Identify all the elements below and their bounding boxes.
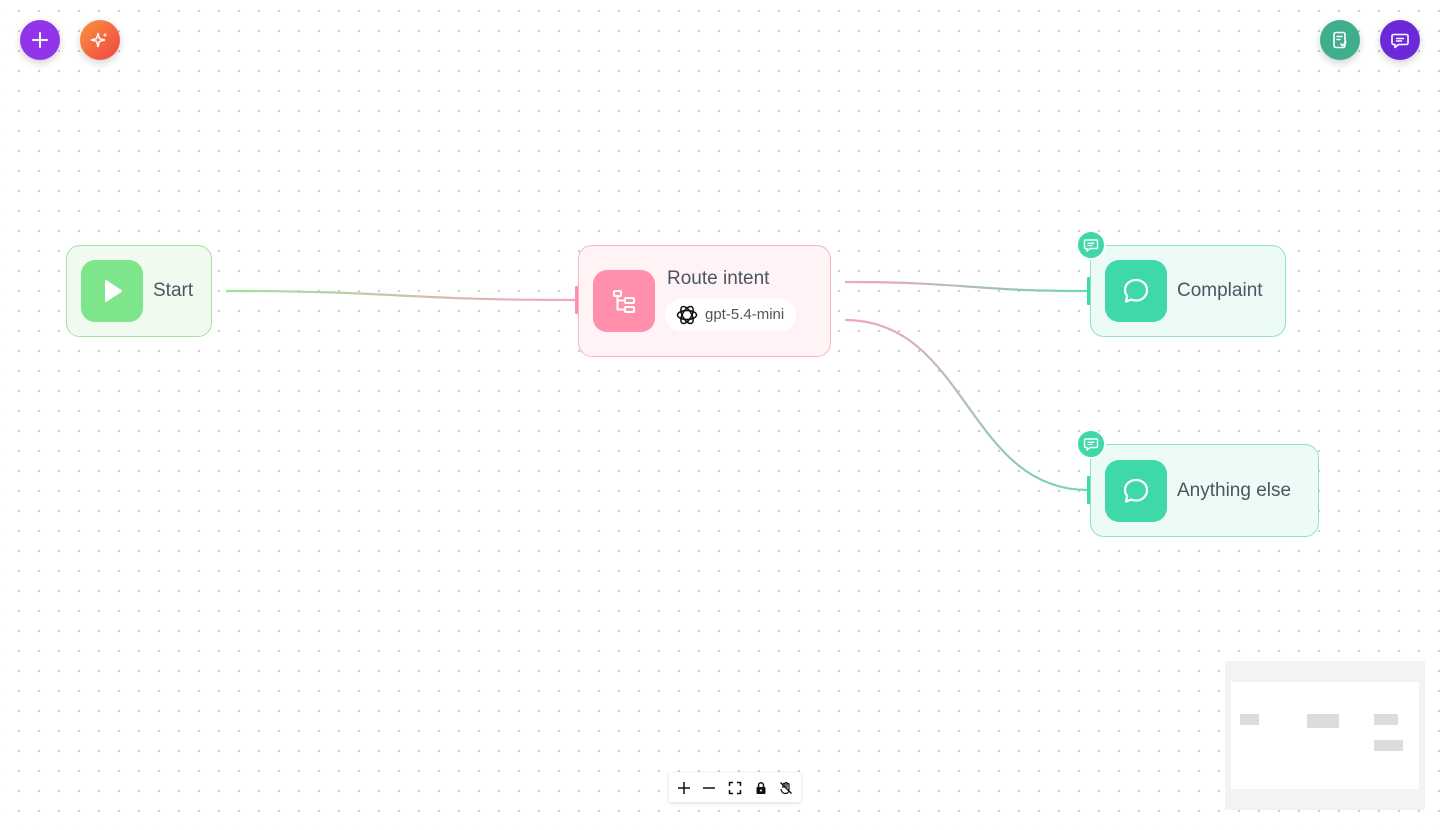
start-node-label: Start (153, 280, 194, 301)
tree-structure-icon (613, 290, 635, 313)
hand-crossed-icon (780, 781, 793, 794)
start-node[interactable]: Start (66, 245, 212, 337)
anything-else-node-icon-tile (1105, 459, 1167, 522)
minimap-viewport (1231, 682, 1419, 789)
model-pill[interactable]: gpt-5.4-mini (665, 298, 797, 331)
complaint-node[interactable]: Complaint (1090, 245, 1286, 337)
complaint-node-label: Complaint (1177, 280, 1263, 301)
minus-icon (703, 786, 716, 789)
anything-else-message-badge[interactable] (1076, 429, 1106, 459)
sparkles-icon (90, 32, 108, 48)
plus-icon (677, 781, 690, 794)
interactivity-toggle-button[interactable] (775, 777, 797, 799)
zoom-in-button[interactable] (673, 777, 695, 799)
anything-else-node-label: Anything else (1177, 479, 1292, 501)
canvas-controls (669, 773, 801, 802)
fit-view-icon (728, 781, 742, 794)
minimap-node-complaint (1374, 714, 1398, 725)
message-bubble-icon (1123, 478, 1149, 503)
minimap[interactable] (1225, 661, 1425, 810)
anything-else-node[interactable]: Anything else (1090, 444, 1319, 537)
complaint-message-badge[interactable] (1076, 230, 1106, 260)
add-node-button[interactable] (20, 20, 60, 60)
chat-button[interactable] (1380, 20, 1420, 60)
message-icon (1083, 438, 1099, 451)
clipboard-check-icon (1333, 31, 1347, 49)
edge-route-to-complaint[interactable] (844, 280, 1089, 293)
complaint-node-icon-tile (1105, 260, 1167, 322)
start-node-icon-tile (81, 260, 143, 322)
zoom-out-button[interactable] (698, 777, 720, 799)
route-intent-node[interactable]: Route intent gpt-5.4-mini (578, 245, 831, 357)
play-icon (105, 280, 122, 302)
route-node-icon-tile (593, 270, 655, 332)
lock-button[interactable] (750, 777, 772, 799)
minimap-node-start (1240, 714, 1259, 725)
route-node-label: Route intent (667, 267, 770, 289)
lock-icon (756, 781, 766, 794)
edge-start-to-route[interactable] (225, 289, 577, 302)
model-name: gpt-5.4-mini (705, 306, 785, 323)
minimap-node-route (1307, 714, 1339, 728)
minimap-node-anything-else (1374, 740, 1403, 751)
chat-icon (1391, 33, 1409, 49)
message-bubble-icon (1123, 278, 1149, 303)
message-icon (1083, 239, 1099, 252)
ai-generate-button[interactable] (80, 20, 120, 60)
review-button[interactable] (1320, 20, 1360, 60)
edge-route-to-anything[interactable] (844, 318, 1089, 492)
fit-view-button[interactable] (724, 777, 746, 799)
edges-layer (225, 280, 1089, 492)
openai-logo-icon (676, 305, 698, 324)
plus-icon (32, 32, 48, 48)
